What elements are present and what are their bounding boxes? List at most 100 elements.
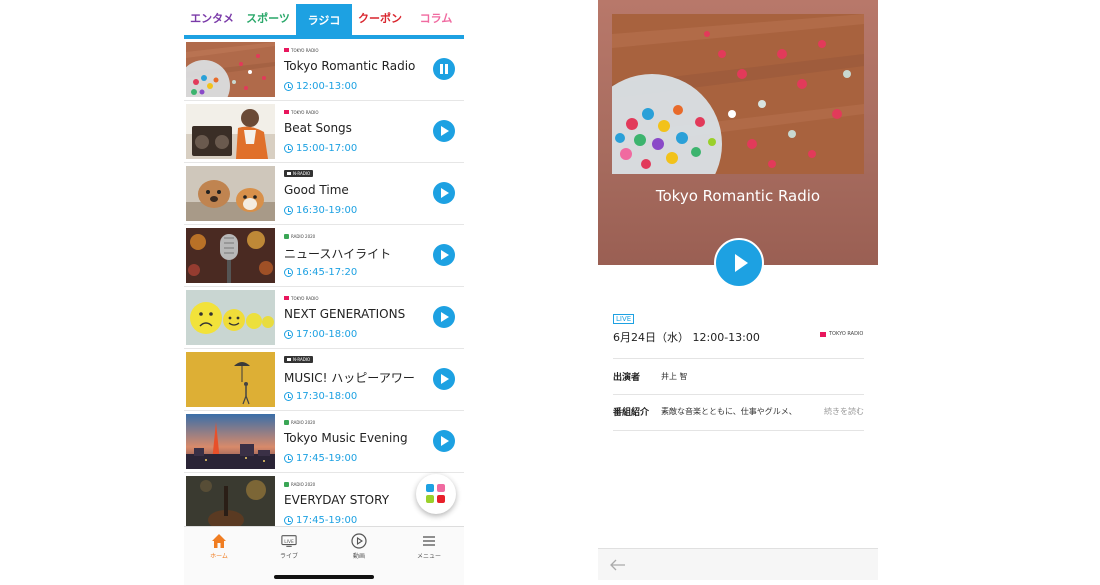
station-logo: TOKYO RADIO <box>820 331 863 337</box>
home-indicator[interactable] <box>274 575 374 579</box>
program-title: EVERYDAY STORY <box>284 493 390 507</box>
nav-label: 動画 <box>352 553 365 560</box>
program-time: 17:30-18:00 <box>284 391 357 402</box>
nav-label: メニュー <box>416 553 441 560</box>
station-name: TOKYO RADIO <box>829 331 864 337</box>
program-title: Beat Songs <box>284 121 352 135</box>
list-item[interactable]: RADIO 2020 Tokyo Music Evening 17:45-19:… <box>184 411 464 473</box>
play-button[interactable] <box>433 368 455 390</box>
time-text: 17:00-18:00 <box>296 329 358 340</box>
program-detail-screen: Tokyo Romantic Radio LIVE 6月24日（水） 12:00… <box>598 0 878 580</box>
performer-label: 出演者 <box>613 373 641 383</box>
program-title: Tokyo Romantic Radio <box>655 187 821 205</box>
nav-label: ホーム <box>210 553 228 560</box>
play-button[interactable] <box>433 120 455 142</box>
list-item[interactable]: N-RADIO MUSIC! ハッピーアワー 17:30-18:00 <box>184 349 464 411</box>
clock-icon <box>284 268 293 277</box>
tab-radiko[interactable]: ラジコ <box>296 4 352 36</box>
program-title: Tokyo Romantic Radio <box>284 59 416 73</box>
program-title: ニュースハイライト <box>284 247 392 261</box>
program-list: TOKYO RADIO Tokyo Romantic Radio 12:00-1… <box>184 39 464 535</box>
station-name: RADIO 2020 <box>291 419 316 425</box>
station-logo: N-RADIO <box>284 170 314 177</box>
divider <box>613 430 864 431</box>
program-time: 16:45-17:20 <box>284 267 357 278</box>
tab-column[interactable]: コラム <box>408 0 464 36</box>
station-name: N-RADIO <box>293 171 311 176</box>
read-more-link[interactable]: 続きを読む <box>824 406 864 417</box>
menu-icon <box>423 536 435 546</box>
play-button[interactable] <box>433 430 455 452</box>
play-button[interactable] <box>714 238 764 288</box>
time-text: 16:30-19:00 <box>296 205 358 216</box>
program-list-screen: エンタメ スポーツ ラジコ クーポン コラム TOKYO RADIO Tokyo… <box>184 0 464 585</box>
program-hero: Tokyo Romantic Radio <box>598 0 878 265</box>
list-item[interactable]: TOKYO RADIO NEXT GENERATIONS 17:00-18:00 <box>184 287 464 349</box>
station-name: RADIO 2020 <box>291 233 316 239</box>
station-name: N-RADIO <box>293 357 311 362</box>
program-title: MUSIC! ハッピーアワー <box>284 371 415 385</box>
nav-live[interactable]: LIVE ライブ <box>254 527 324 567</box>
dogs-image <box>186 166 275 221</box>
clock-icon <box>284 330 293 339</box>
play-button[interactable] <box>433 182 455 204</box>
tokyo-tower-image <box>186 414 275 469</box>
station-logo: RADIO 2020 <box>284 418 315 426</box>
program-time: 17:45-19:00 <box>284 515 357 526</box>
app-grid-icon <box>437 484 445 492</box>
tab-entertainment[interactable]: エンタメ <box>184 0 240 36</box>
performer-value: 井上 智 <box>661 372 688 381</box>
video-play-icon <box>351 533 367 549</box>
list-item[interactable]: N-RADIO Good Time 16:30-19:00 <box>184 163 464 225</box>
list-item[interactable]: TOKYO RADIO Tokyo Romantic Radio 12:00-1… <box>184 39 464 101</box>
time-text: 12:00-13:00 <box>296 81 358 92</box>
nav-menu[interactable]: メニュー <box>394 527 464 567</box>
app-launcher-button[interactable] <box>416 474 456 514</box>
app-grid-icon <box>437 495 445 503</box>
program-time: 15:00-17:00 <box>284 143 357 154</box>
program-title: Tokyo Music Evening <box>284 431 408 445</box>
home-icon <box>212 534 226 548</box>
station-logo: N-RADIO <box>284 356 314 363</box>
emoji-balls-image <box>186 290 275 345</box>
play-button[interactable] <box>433 244 455 266</box>
play-button[interactable] <box>433 306 455 328</box>
program-title: NEXT GENERATIONS <box>284 307 406 321</box>
back-arrow-icon[interactable] <box>610 559 626 571</box>
divider <box>613 358 864 359</box>
live-icon: LIVE <box>281 535 297 547</box>
station-name: TOKYO RADIO <box>291 47 319 53</box>
bottom-toolbar <box>598 548 878 580</box>
svg-text:LIVE: LIVE <box>284 539 294 545</box>
station-name: TOKYO RADIO <box>291 109 319 115</box>
program-time: 17:00-18:00 <box>284 329 357 340</box>
pause-button[interactable] <box>433 58 455 80</box>
tab-sports[interactable]: スポーツ <box>240 0 296 36</box>
microphone-image <box>186 228 275 283</box>
station-logo: TOKYO RADIO <box>284 294 318 302</box>
nav-label: ライブ <box>279 553 298 560</box>
list-item[interactable]: RADIO 2020 ニュースハイライト 16:45-17:20 <box>184 225 464 287</box>
time-text: 17:45-19:00 <box>296 515 358 526</box>
program-title: Good Time <box>284 183 349 197</box>
time-text: 16:45-17:20 <box>296 267 358 278</box>
station-logo: RADIO 2020 <box>284 232 315 240</box>
clock-icon <box>284 454 293 463</box>
confetti-jar-image <box>612 14 864 174</box>
list-item[interactable]: TOKYO RADIO Beat Songs 15:00-17:00 <box>184 101 464 163</box>
program-time: 12:00-13:00 <box>284 81 357 92</box>
divider <box>613 394 864 395</box>
guitar-image <box>186 476 275 531</box>
intro-value: 素敵な音楽とともに、仕事やグルメ、 <box>661 407 797 416</box>
clock-icon <box>284 144 293 153</box>
nav-video[interactable]: 動画 <box>324 527 394 567</box>
app-grid-icon <box>426 484 434 492</box>
airtime-text: 6月24日（水） 12:00-13:00 <box>613 331 760 344</box>
nav-home[interactable]: ホーム <box>184 527 254 567</box>
program-time: 16:30-19:00 <box>284 205 357 216</box>
program-time: 17:45-19:00 <box>284 453 357 464</box>
clock-icon <box>284 392 293 401</box>
tab-coupon[interactable]: クーポン <box>352 0 408 36</box>
app-grid-icon <box>426 495 434 503</box>
time-text: 17:45-19:00 <box>296 453 358 464</box>
